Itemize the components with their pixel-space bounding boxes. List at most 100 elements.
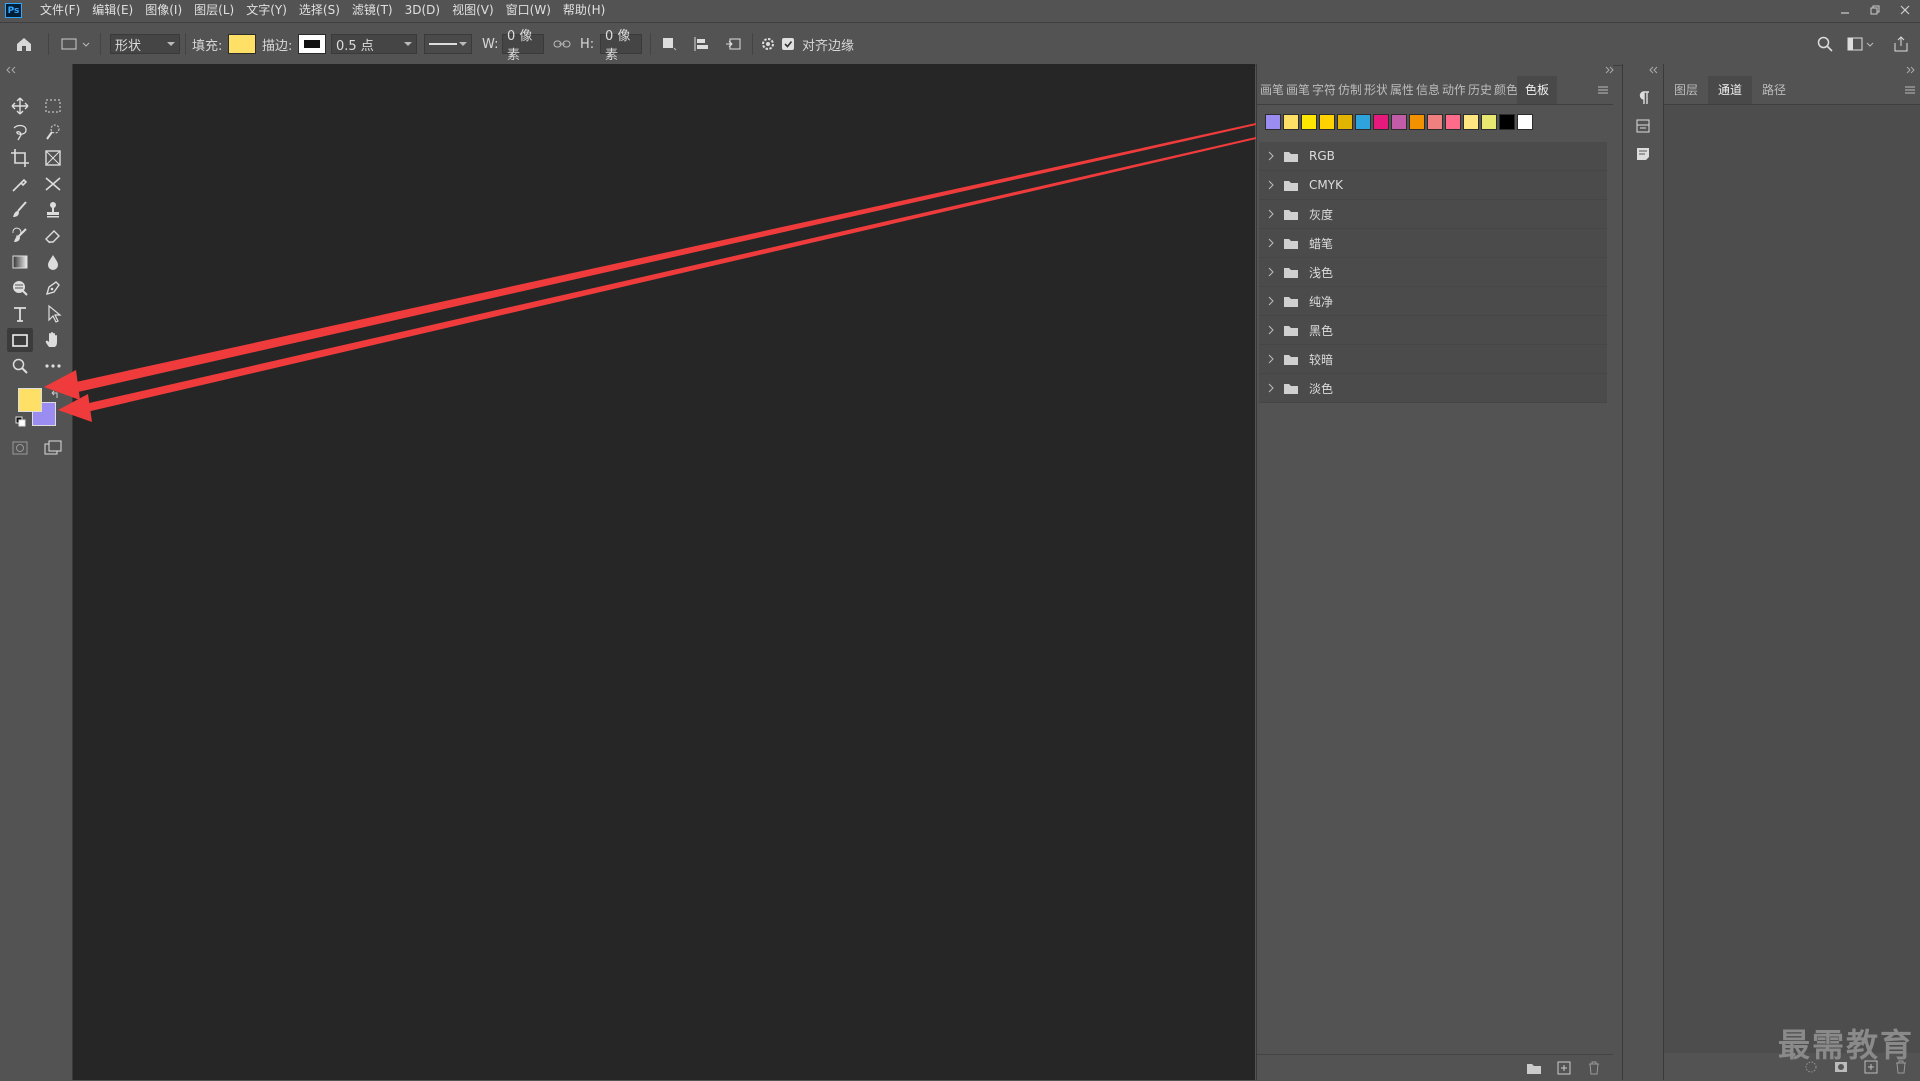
brush-tool[interactable] bbox=[7, 198, 33, 222]
swatch-chip[interactable] bbox=[1283, 114, 1299, 130]
zoom-tool[interactable] bbox=[7, 354, 33, 378]
link-dimensions-button[interactable] bbox=[552, 23, 572, 65]
search-button[interactable] bbox=[1816, 23, 1834, 65]
tab-info[interactable]: 信息 bbox=[1413, 76, 1439, 104]
clone-stamp-tool[interactable] bbox=[40, 198, 66, 222]
paragraph-panel-button[interactable] bbox=[1631, 86, 1655, 110]
align-edges-checkbox[interactable] bbox=[782, 38, 794, 50]
swatch-group-row[interactable]: 较暗 bbox=[1259, 345, 1607, 374]
menu-window[interactable]: 窗口(W) bbox=[500, 0, 557, 20]
share-button[interactable] bbox=[1892, 23, 1910, 65]
edit-toolbar-button[interactable] bbox=[40, 354, 66, 378]
swatch-group-row[interactable]: 蜡笔 bbox=[1259, 229, 1607, 258]
swatch-chip[interactable] bbox=[1373, 114, 1389, 130]
swatch-chip[interactable] bbox=[1391, 114, 1407, 130]
adjustments-panel-button[interactable] bbox=[1631, 114, 1655, 138]
tab-layers[interactable]: 图层 bbox=[1664, 76, 1708, 104]
swatch-group-row[interactable]: 浅色 bbox=[1259, 258, 1607, 287]
history-brush-tool[interactable] bbox=[7, 224, 33, 248]
width-input[interactable]: 0 像素 bbox=[502, 29, 544, 63]
new-group-button[interactable] bbox=[1523, 1058, 1545, 1078]
collapse-toolbar-icon[interactable] bbox=[4, 66, 18, 74]
eraser-tool[interactable] bbox=[40, 224, 66, 248]
swatch-chip[interactable] bbox=[1427, 114, 1443, 130]
blur-tool[interactable] bbox=[40, 250, 66, 274]
path-arrangement-button[interactable] bbox=[724, 23, 744, 65]
geometry-options-button[interactable] bbox=[760, 23, 776, 65]
quick-selection-tool[interactable] bbox=[40, 120, 66, 144]
lasso-tool[interactable] bbox=[7, 120, 33, 144]
chevron-right-icon[interactable] bbox=[1263, 267, 1279, 277]
swatch-group-row[interactable]: 淡色 bbox=[1259, 374, 1607, 403]
restore-button[interactable] bbox=[1860, 0, 1890, 20]
frame-tool[interactable] bbox=[40, 146, 66, 170]
pen-tool[interactable] bbox=[40, 276, 66, 300]
tab-character[interactable]: 字符 bbox=[1309, 76, 1335, 104]
menu-help[interactable]: 帮助(H) bbox=[557, 0, 611, 20]
swatch-chip[interactable] bbox=[1445, 114, 1461, 130]
rectangle-tool[interactable] bbox=[7, 328, 33, 352]
quick-mask-button[interactable] bbox=[7, 436, 33, 460]
menu-image[interactable]: 图像(I) bbox=[139, 0, 188, 20]
chevron-right-icon[interactable] bbox=[1263, 238, 1279, 248]
menu-3d[interactable]: 3D(D) bbox=[399, 0, 446, 20]
close-button[interactable] bbox=[1890, 0, 1920, 20]
layers-panel-menu-button[interactable] bbox=[1900, 76, 1920, 104]
dodge-tool[interactable] bbox=[7, 276, 33, 300]
swatch-chip[interactable] bbox=[1463, 114, 1479, 130]
default-colors-icon[interactable] bbox=[15, 416, 27, 428]
tab-brushes[interactable]: 画笔 bbox=[1283, 76, 1309, 104]
tool-preset-picker[interactable] bbox=[60, 23, 90, 65]
swatch-group-row[interactable]: 黑色 bbox=[1259, 316, 1607, 345]
home-button[interactable] bbox=[14, 23, 34, 65]
tab-history[interactable]: 历史 bbox=[1465, 76, 1491, 104]
tab-actions[interactable]: 动作 bbox=[1439, 76, 1465, 104]
path-operations-button[interactable] bbox=[660, 23, 678, 65]
expand-layers-icon[interactable] bbox=[1906, 66, 1916, 74]
panel-menu-button[interactable] bbox=[1593, 76, 1613, 104]
tab-properties[interactable]: 属性 bbox=[1387, 76, 1413, 104]
tab-shapes[interactable]: 形状 bbox=[1361, 76, 1387, 104]
height-input[interactable]: 0 像素 bbox=[600, 29, 642, 63]
fill-color-swatch[interactable] bbox=[228, 34, 256, 54]
marquee-tool[interactable] bbox=[40, 94, 66, 118]
delete-swatch-button[interactable] bbox=[1583, 1058, 1605, 1078]
swatch-group-row[interactable]: 灰度 bbox=[1259, 200, 1607, 229]
menu-type[interactable]: 文字(Y) bbox=[240, 0, 293, 20]
menu-view[interactable]: 视图(V) bbox=[446, 0, 500, 20]
swatch-chip[interactable] bbox=[1337, 114, 1353, 130]
document-canvas-area[interactable] bbox=[73, 64, 1255, 1080]
menu-file[interactable]: 文件(F) bbox=[34, 0, 86, 20]
chevron-right-icon[interactable] bbox=[1263, 383, 1279, 393]
swatch-chip[interactable] bbox=[1481, 114, 1497, 130]
chevron-right-icon[interactable] bbox=[1263, 354, 1279, 364]
tab-clone-source[interactable]: 仿制 bbox=[1335, 76, 1361, 104]
hand-tool[interactable] bbox=[40, 328, 66, 352]
swatch-chip[interactable] bbox=[1265, 114, 1281, 130]
stroke-color-swatch[interactable] bbox=[298, 34, 326, 54]
type-tool[interactable] bbox=[7, 302, 33, 326]
swap-colors-icon[interactable] bbox=[50, 390, 60, 400]
screen-mode-button[interactable] bbox=[40, 436, 66, 460]
tab-color[interactable]: 颜色 bbox=[1491, 76, 1517, 104]
menu-layer[interactable]: 图层(L) bbox=[188, 0, 240, 20]
tab-paths[interactable]: 路径 bbox=[1752, 76, 1796, 104]
swatch-group-row[interactable]: CMYK bbox=[1259, 171, 1607, 200]
swatch-chip[interactable] bbox=[1301, 114, 1317, 130]
shape-mode-select[interactable]: 形状 bbox=[110, 34, 180, 54]
workspace-switcher[interactable] bbox=[1846, 23, 1876, 65]
chevron-right-icon[interactable] bbox=[1263, 209, 1279, 219]
tab-brush-settings[interactable]: 画笔 bbox=[1257, 76, 1283, 104]
expand-panel-icon[interactable] bbox=[1605, 66, 1615, 74]
chevron-right-icon[interactable] bbox=[1263, 296, 1279, 306]
chevron-right-icon[interactable] bbox=[1263, 151, 1279, 161]
swatch-chip[interactable] bbox=[1409, 114, 1425, 130]
notes-panel-button[interactable] bbox=[1631, 142, 1655, 166]
foreground-color-swatch[interactable] bbox=[18, 388, 42, 412]
move-tool[interactable] bbox=[7, 94, 33, 118]
swatch-chip[interactable] bbox=[1355, 114, 1371, 130]
path-selection-tool[interactable] bbox=[40, 302, 66, 326]
eyedropper-tool[interactable] bbox=[7, 172, 33, 196]
chevron-right-icon[interactable] bbox=[1263, 325, 1279, 335]
new-swatch-button[interactable] bbox=[1553, 1058, 1575, 1078]
